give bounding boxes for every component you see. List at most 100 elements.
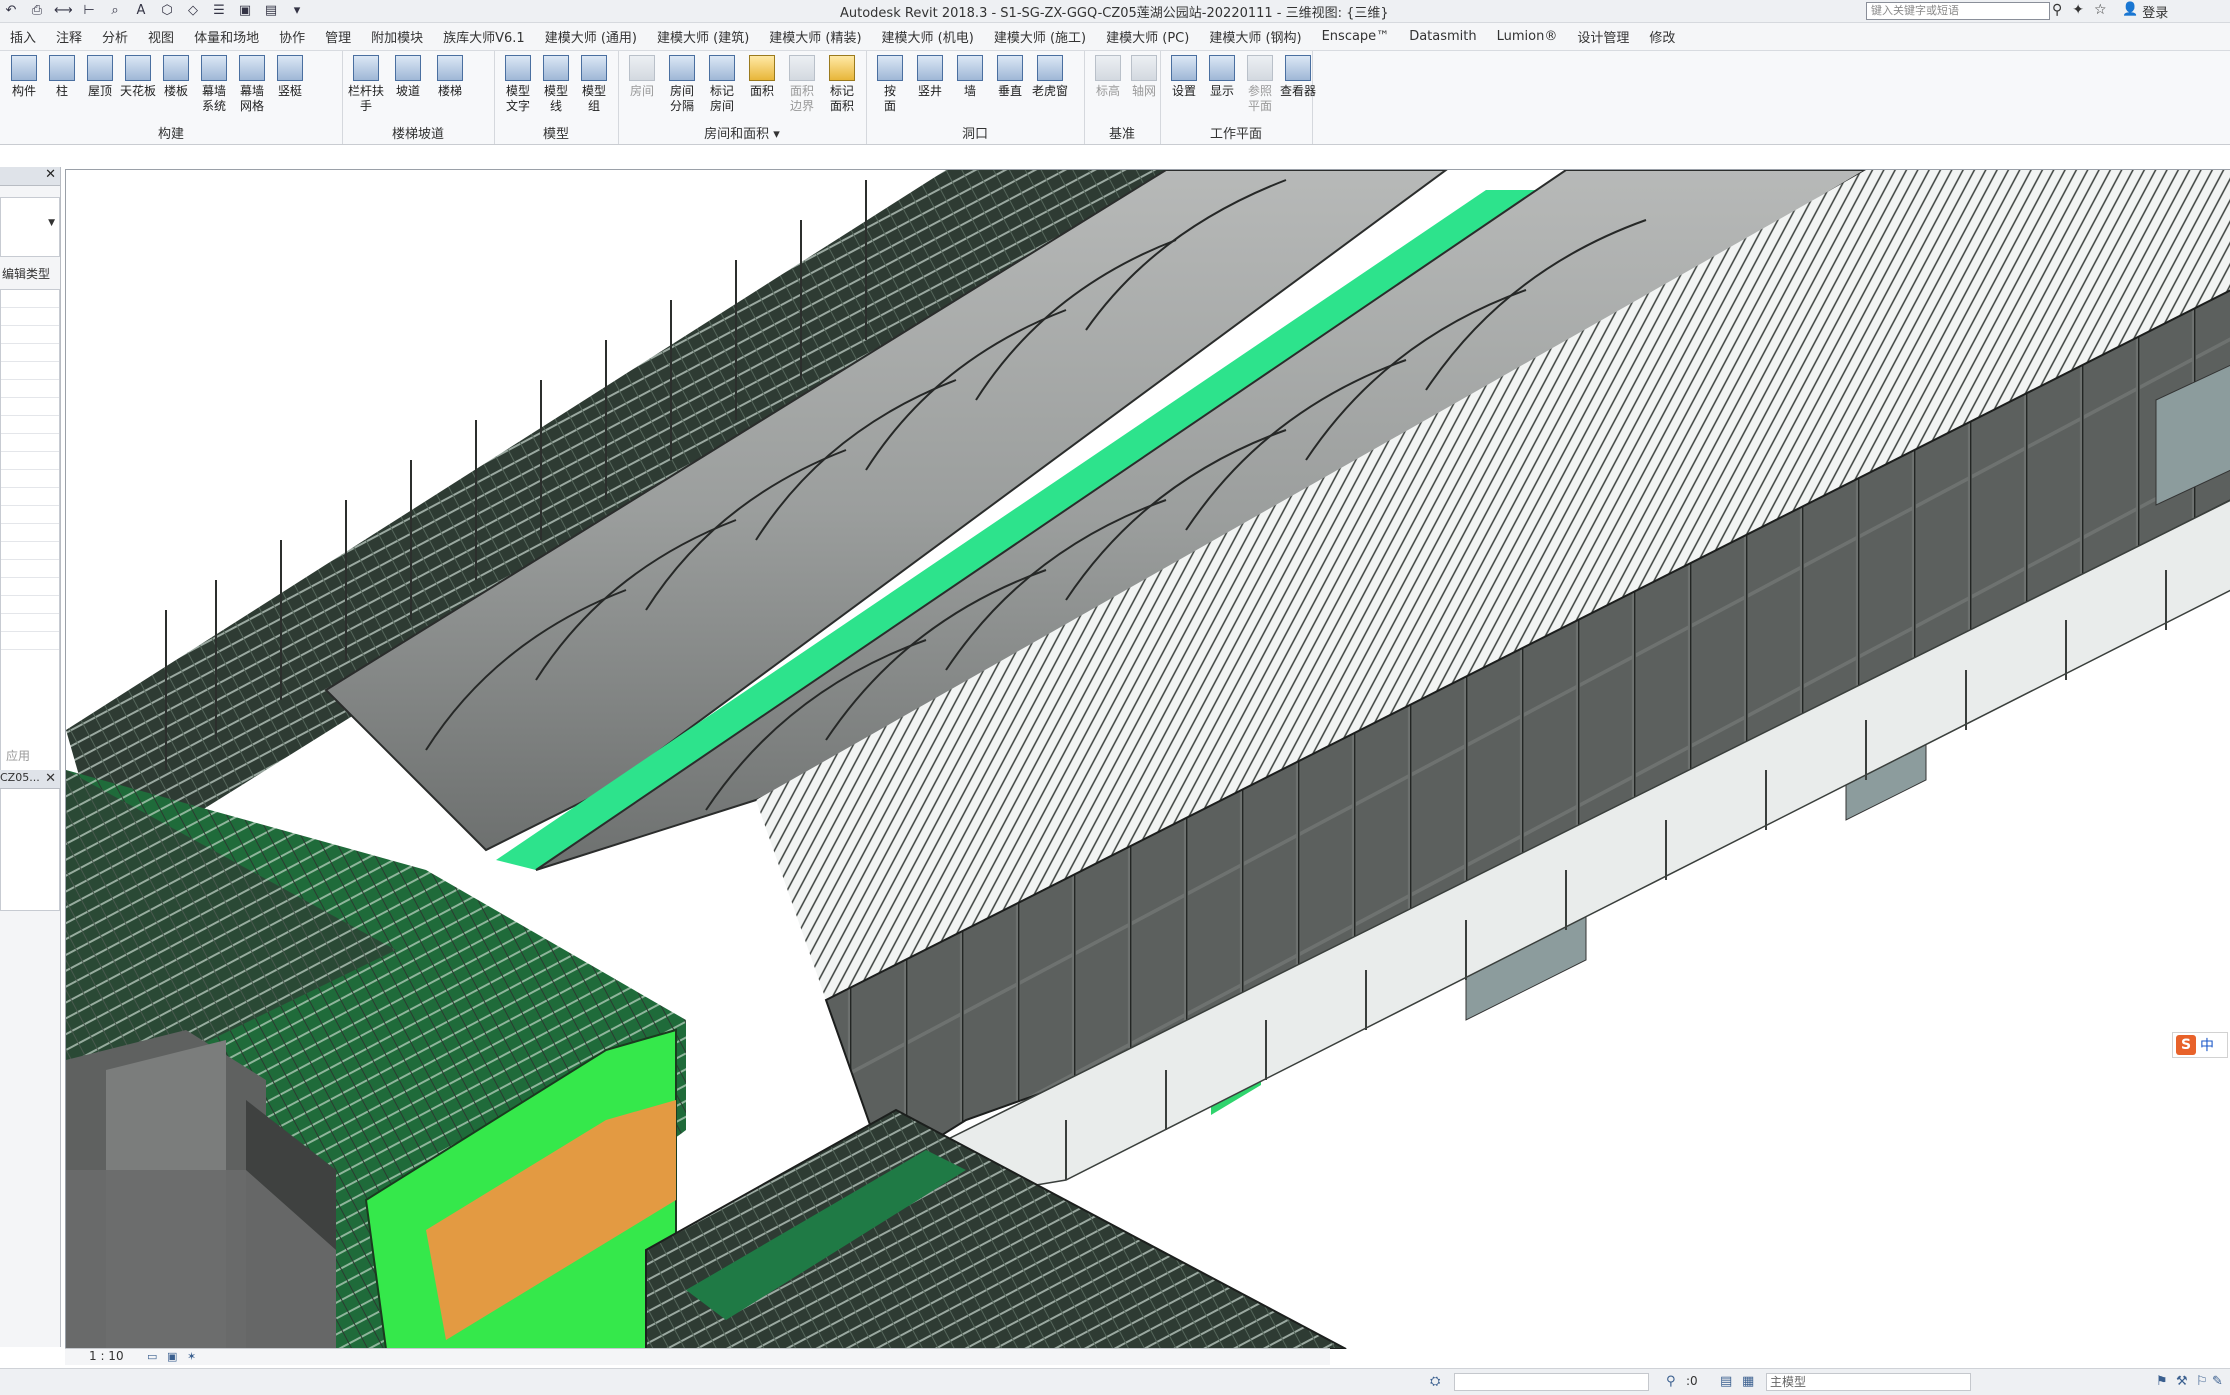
ribbon-tool-button[interactable]: 面积 [744,55,780,99]
design-option-field[interactable]: 主模型 [1766,1373,1971,1391]
visual-style-icon[interactable]: ▣ [167,1350,181,1363]
ribbon-tab[interactable]: 附加模块 [361,27,433,46]
ribbon-tab[interactable]: Datasmith [1399,29,1486,44]
subscription-icon[interactable]: ✦ [2072,2,2084,18]
property-row[interactable] [1,614,59,632]
text-icon[interactable]: A [132,3,150,19]
ribbon-tool-button[interactable]: 标记 房间 [704,55,740,114]
ribbon-tab[interactable]: 注释 [46,27,92,46]
ribbon-tool-button[interactable]: 设置 [1166,55,1202,99]
customize-qat-icon[interactable]: ▾ [288,3,306,19]
close-icon[interactable]: ✕ [45,167,56,182]
property-row[interactable] [1,596,59,614]
property-row[interactable] [1,542,59,560]
close-icon[interactable]: ✕ [45,771,56,786]
ribbon-tab[interactable]: 管理 [315,27,361,46]
ribbon-tool-button[interactable]: 房间 [624,55,660,99]
ribbon-tab[interactable]: 建模大师 (钢构) [1199,27,1311,46]
ribbon-tool-button[interactable]: 查看器 [1280,55,1316,99]
star-icon[interactable]: ☆ [2094,2,2107,18]
ribbon-tab[interactable]: 体量和场地 [184,27,269,46]
property-row[interactable] [1,380,59,398]
ribbon-tool-button[interactable]: 幕墙 网格 [234,55,270,114]
ribbon-tool-button[interactable]: 柱 [44,55,80,99]
ribbon-tab[interactable]: 建模大师 (精装) [759,27,871,46]
ribbon-tool-button[interactable]: 面积 边界 [784,55,820,114]
ribbon-tool-button[interactable]: 轴网 [1126,55,1162,99]
ribbon-tool-button[interactable]: 参照 平面 [1242,55,1278,114]
ribbon-tool-button[interactable]: 模型组 [576,55,612,114]
ribbon-tool-button[interactable]: 显示 [1204,55,1240,99]
measure-icon[interactable]: ⟷ [54,3,73,19]
3d-view-icon[interactable]: ⬡ [158,3,176,19]
property-row[interactable] [1,578,59,596]
ribbon-tool-button[interactable]: 幕墙 系统 [196,55,232,114]
ribbon-tool-button[interactable]: 垂直 [992,55,1028,99]
ribbon-tool-button[interactable]: 墙 [952,55,988,99]
editable-only-icon[interactable]: ▦ [1742,1374,1754,1389]
apply-button[interactable]: 应用 [6,747,30,764]
switch-windows-icon[interactable]: ▤ [262,3,280,19]
property-row[interactable] [1,416,59,434]
property-row[interactable] [1,326,59,344]
sun-path-icon[interactable]: ✶ [187,1350,201,1363]
project-browser-tab[interactable]: CZ05... ✕ [0,770,60,789]
ribbon-tool-button[interactable]: 屋顶 [82,55,118,99]
ribbon-tab[interactable]: 建模大师 (通用) [535,27,647,46]
view-scale[interactable]: 1 : 10 [89,1349,124,1363]
ribbon-tool-button[interactable]: 竖井 [912,55,948,99]
property-row[interactable] [1,632,59,650]
close-hidden-icon[interactable]: ▣ [236,3,254,19]
property-row[interactable] [1,506,59,524]
print-icon[interactable]: ⎙ [28,3,46,19]
ribbon-tool-button[interactable]: 模型线 [538,55,574,114]
select-by-face-icon[interactable]: ✎ [2212,1374,2223,1389]
select-pinned-icon[interactable]: ⚐ [2196,1374,2208,1389]
tag-icon[interactable]: ⌕ [106,3,124,19]
ribbon-tab[interactable]: 修改 [1639,27,1685,46]
ribbon-tool-button[interactable]: 老虎窗 [1032,55,1068,99]
property-row[interactable] [1,560,59,578]
property-row[interactable] [1,308,59,326]
ime-indicator[interactable]: S 中 [2172,1032,2228,1058]
workset-icon[interactable]: ⛭ [1430,1374,1440,1389]
ribbon-tool-button[interactable]: 天花板 [120,55,156,99]
ribbon-tool-button[interactable]: 房间 分隔 [664,55,700,114]
ribbon-tool-button[interactable]: 模型 文字 [500,55,536,114]
ribbon-tool-button[interactable]: 标记 面积 [824,55,860,114]
property-row[interactable] [1,398,59,416]
detail-level-icon[interactable]: ▭ [147,1350,161,1363]
design-options-icon[interactable]: ▤ [1720,1374,1732,1389]
type-selector[interactable]: ▼ [0,197,60,257]
login-button[interactable]: 👤 登录 [2122,2,2168,21]
property-row[interactable] [1,362,59,380]
filter-icon[interactable]: ⚲ [1666,1374,1676,1389]
workset-field[interactable] [1454,1373,1649,1391]
ribbon-tool-button[interactable]: 坡道 [390,55,426,99]
ribbon-tool-button[interactable]: 楼梯 [432,55,468,99]
ribbon-tab[interactable]: 建模大师 (施工) [984,27,1096,46]
ribbon-tool-button[interactable]: 楼板 [158,55,194,99]
property-row[interactable] [1,290,59,308]
ribbon-tool-button[interactable]: 竖梃 [272,55,308,99]
undo-icon[interactable]: ↶ [2,3,20,19]
ribbon-tab[interactable]: Lumion® [1487,29,1568,44]
ribbon-tab[interactable]: 族库大师V6.1 [433,27,535,46]
ribbon-tab[interactable]: 设计管理 [1567,27,1639,46]
edit-type-button[interactable]: 编辑类型 [2,265,50,282]
ribbon-tab[interactable]: Enscape™ [1312,29,1400,44]
property-row[interactable] [1,452,59,470]
property-row[interactable] [1,524,59,542]
ribbon-tool-button[interactable]: 构件 [6,55,42,99]
properties-grid[interactable] [0,289,60,911]
ribbon-tab[interactable]: 建模大师 (PC) [1096,27,1199,46]
ribbon-tool-button[interactable]: 标高 [1090,55,1126,99]
search-input[interactable]: 键入关键字或短语 [1866,2,2050,20]
ribbon-tab[interactable]: 视图 [138,27,184,46]
section-icon[interactable]: ◇ [184,3,202,19]
binoculars-icon[interactable]: ⚲ [2052,2,2062,18]
thin-lines-icon[interactable]: ☰ [210,3,228,19]
3d-viewport[interactable] [65,169,2230,1349]
property-row[interactable] [1,488,59,506]
select-links-icon[interactable]: ⚑ [2156,1374,2168,1389]
